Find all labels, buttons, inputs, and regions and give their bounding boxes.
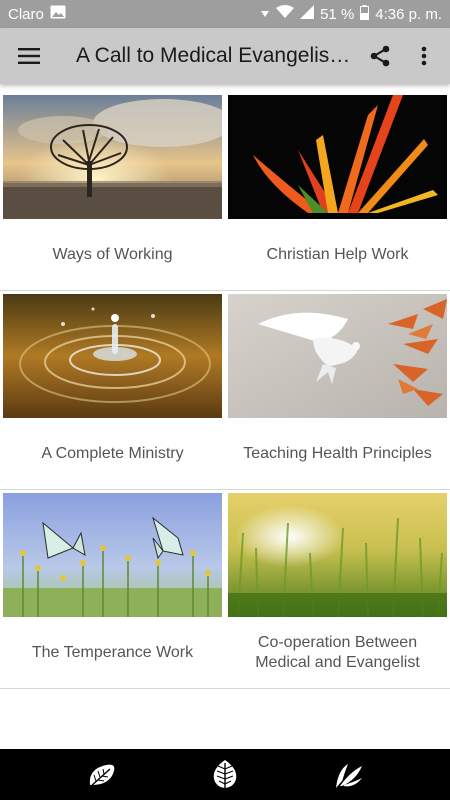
grid-row: Ways of Working Christian Help Work <box>0 92 450 291</box>
chapter-title: Ways of Working <box>52 246 173 263</box>
nav-button-leaf[interactable] <box>77 753 127 797</box>
tree-sunset-image <box>3 95 222 219</box>
battery-icon <box>360 4 370 24</box>
chapter-card[interactable]: Christian Help Work <box>225 92 450 291</box>
hamburger-menu-icon <box>18 48 40 64</box>
nav-button-leaf-branch[interactable] <box>323 753 373 797</box>
orange-flower-image <box>228 95 447 219</box>
water-drop-image <box>3 294 222 418</box>
butterflies-image <box>3 493 222 617</box>
nav-button-leaf-round[interactable] <box>200 753 250 797</box>
share-icon <box>370 45 390 67</box>
wifi-icon <box>276 5 295 23</box>
share-button[interactable] <box>358 28 402 84</box>
chapter-title: Co-operation Between Medical and Evangel… <box>255 634 420 671</box>
status-bar: Claro 51 % 4:36 p. m. <box>0 0 450 28</box>
signal-icon <box>260 6 270 23</box>
overflow-menu-button[interactable] <box>402 28 446 84</box>
clock-label: 4:36 p. m. <box>375 5 442 23</box>
menu-button[interactable] <box>0 28 58 84</box>
wheat-field-image <box>228 493 447 617</box>
carrier-label: Claro <box>8 5 44 23</box>
chapter-card[interactable]: A Complete Ministry <box>0 291 225 490</box>
image-notification-icon <box>50 5 66 23</box>
chapter-title: Christian Help Work <box>266 246 409 263</box>
chapter-card[interactable]: The Temperance Work <box>0 490 225 689</box>
chapter-card[interactable]: Teaching Health Principles <box>225 291 450 490</box>
grid-row: A Complete Ministry Teaching Health Prin… <box>0 291 450 490</box>
page-title: A Call to Medical Evangelis… <box>76 44 351 67</box>
leaf-branch-icon <box>334 763 363 790</box>
chapter-title: Teaching Health Principles <box>243 445 432 462</box>
bottom-navigation <box>0 749 450 800</box>
app-bar: A Call to Medical Evangelis… <box>0 28 450 84</box>
chapter-card[interactable]: Co-operation Between Medical and Evangel… <box>225 490 450 689</box>
cell-signal-icon <box>300 5 315 23</box>
grid-row: The Temperance Work Co-operation Between… <box>0 490 450 689</box>
white-dove-image <box>228 294 447 418</box>
chapter-title: A Complete Ministry <box>41 445 184 462</box>
battery-label: 51 % <box>320 5 355 23</box>
leaf-icon <box>89 764 114 788</box>
more-vert-icon <box>421 46 427 66</box>
leaf-round-icon <box>213 759 237 791</box>
chapter-title: The Temperance Work <box>31 644 194 661</box>
chapter-card[interactable]: Ways of Working <box>0 92 225 291</box>
chapter-grid: Ways of Working Christian Help Work A Co… <box>0 92 450 689</box>
